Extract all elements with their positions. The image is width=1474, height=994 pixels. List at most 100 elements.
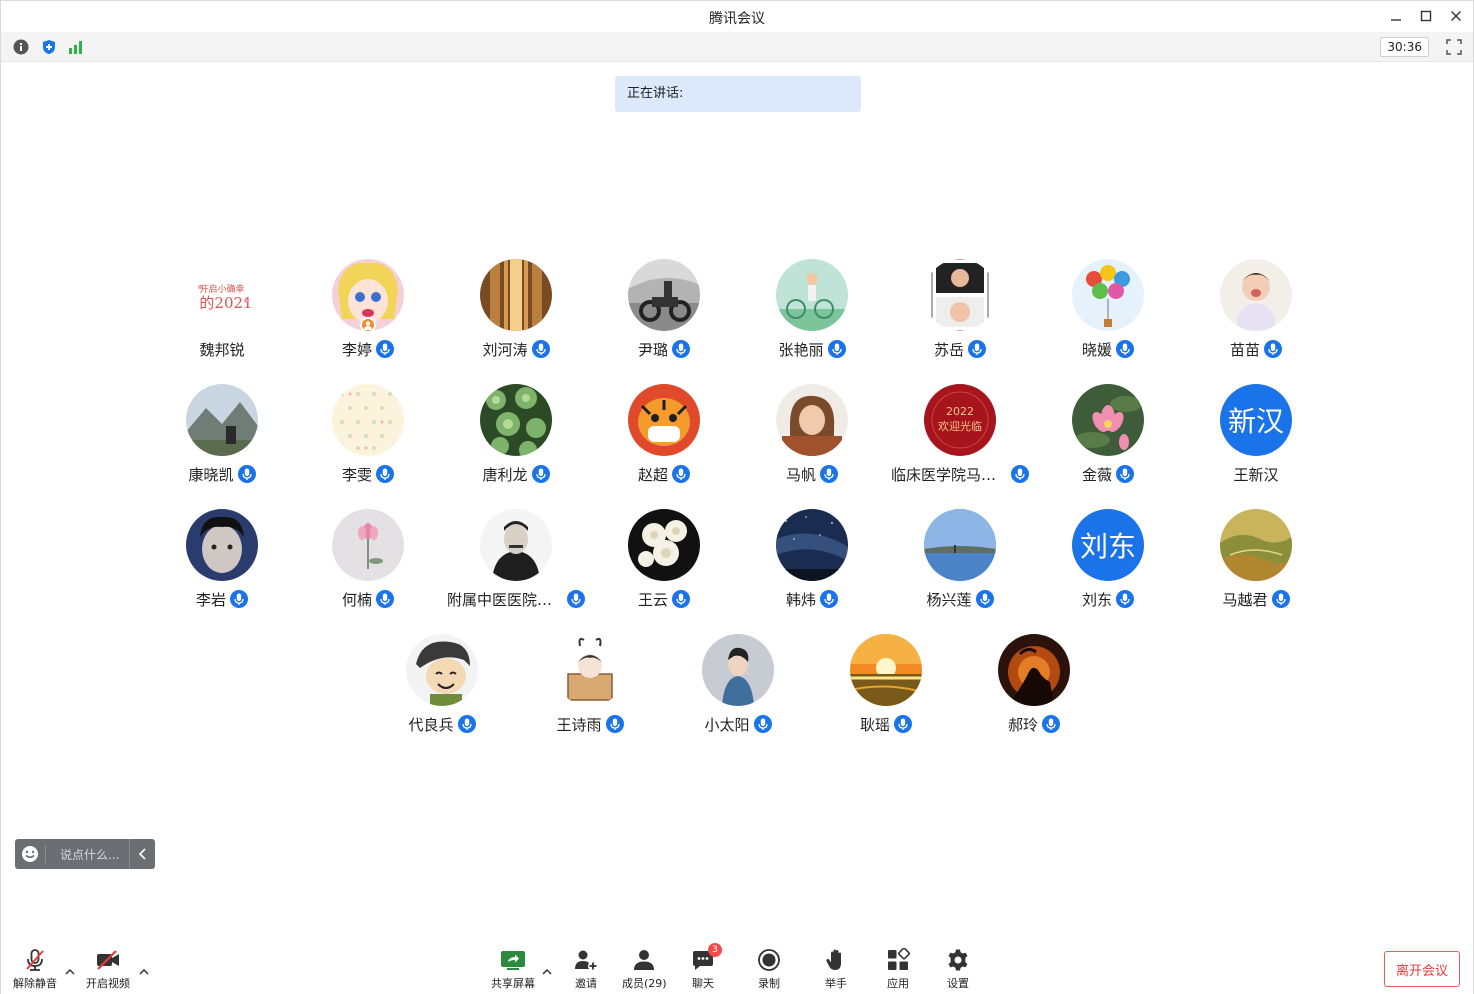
participant-tile[interactable]: 代良兵 — [368, 634, 516, 744]
participant-tile[interactable]: 马帆 — [738, 384, 886, 494]
participant-tile[interactable]: 何楠 — [294, 509, 442, 619]
participant-name: 临床医学院马宝立 — [891, 465, 1007, 484]
record-button[interactable]: 录制 — [756, 947, 782, 991]
user-icon — [364, 321, 372, 330]
participant-name-row: 马越君 — [1182, 589, 1330, 609]
network-status-button[interactable] — [67, 38, 85, 56]
participant-avatar: 刘东 — [1072, 509, 1144, 581]
participant-name: 苏岳 — [933, 340, 964, 359]
participant-name: 耿瑶 — [859, 715, 890, 734]
close-icon — [1451, 11, 1461, 21]
invite-label: 邀请 — [575, 977, 597, 990]
raise-hand-button[interactable]: 举手 — [823, 947, 849, 991]
leave-meeting-button[interactable]: 离开会议 — [1384, 951, 1460, 987]
participant-tile[interactable]: 新汉 王新汉 — [1182, 384, 1330, 494]
mic-icon — [376, 465, 394, 483]
chat-quick-input[interactable]: 说点什么... — [15, 839, 155, 869]
participant-name: 李岩 — [195, 590, 226, 609]
participant-tile[interactable]: 小太阳 — [664, 634, 812, 744]
participant-tile[interactable]: 郝玲 — [960, 634, 1108, 744]
record-label: 录制 — [758, 977, 780, 990]
audio-options-button[interactable] — [64, 963, 76, 975]
participant-name-row: 附属中医医院康... — [442, 589, 590, 609]
participant-tile[interactable]: 杨兴莲 — [886, 509, 1034, 619]
settings-button[interactable]: 设置 — [945, 947, 971, 991]
start-video-button[interactable]: 开启视频 — [86, 947, 130, 991]
participant-avatar: 2022 欢迎光临 — [924, 384, 996, 456]
participant-avatar — [776, 259, 848, 331]
participant-tile[interactable]: 苗苗 — [1182, 259, 1330, 369]
mic-icon — [968, 340, 986, 358]
mic-icon — [230, 590, 248, 608]
info-icon — [13, 39, 29, 55]
security-button[interactable] — [40, 38, 58, 56]
participant-tile[interactable]: 晓媛 — [1034, 259, 1182, 369]
participant-name: 张艳丽 — [778, 340, 824, 359]
participant-name: 杨兴莲 — [926, 590, 972, 609]
participant-name: 马帆 — [785, 465, 816, 484]
participant-tile[interactable]: 韩炜 — [738, 509, 886, 619]
invite-button[interactable]: 邀请 — [573, 947, 599, 991]
participant-tile[interactable]: 2022 欢迎光临临床医学院马宝立 — [886, 384, 1034, 494]
participant-tile[interactable]: 赵超 — [590, 384, 738, 494]
participant-avatar — [924, 509, 996, 581]
participant-tile[interactable]: 苏岳 — [886, 259, 1034, 369]
participant-name-row: 刘东 — [1034, 589, 1182, 609]
video-options-button[interactable] — [138, 963, 150, 975]
participant-tile[interactable]: 附属中医医院康... — [442, 509, 590, 619]
participant-tile[interactable]: 李岩 — [148, 509, 296, 619]
participant-name-row: 唐利龙 — [442, 464, 590, 484]
record-icon — [758, 948, 780, 971]
chat-placeholder[interactable]: 说点什么... — [46, 846, 129, 863]
participant-tile[interactable]: 王诗雨 — [516, 634, 664, 744]
participant-tile[interactable]: 金薇 — [1034, 384, 1182, 494]
share-screen-button[interactable]: 共享屏幕 — [491, 947, 535, 991]
participant-tile[interactable]: 康晓凯 — [148, 384, 296, 494]
raise-hand-label: 举手 — [825, 977, 847, 990]
emoji-button[interactable] — [15, 839, 45, 869]
participant-name: 李婷 — [341, 340, 372, 359]
apps-button[interactable]: 应用 — [885, 947, 911, 991]
fullscreen-button[interactable] — [1445, 38, 1463, 56]
gear-icon — [948, 949, 968, 970]
mic-icon — [672, 465, 690, 483]
participant-tile[interactable]: 耿瑶 — [812, 634, 960, 744]
meeting-timer: 30:36 — [1380, 37, 1429, 57]
mic-icon — [457, 715, 476, 733]
maximize-button[interactable] — [1413, 5, 1439, 27]
participant-avatar — [850, 634, 922, 706]
participant-tile[interactable]: 李婷 — [294, 259, 442, 369]
members-button[interactable]: 成员(29) — [622, 947, 667, 991]
svg-text:欢迎光临: 欢迎光临 — [938, 419, 982, 433]
mic-icon — [1271, 590, 1290, 608]
chat-collapse-button[interactable] — [129, 839, 155, 869]
participant-name: 尹璐 — [637, 340, 668, 359]
participant-tile[interactable]: 李雯 — [294, 384, 442, 494]
participant-tile[interactable]: 尹璐 — [590, 259, 738, 369]
bottom-control-bar: 解除静音 开启视频 共享屏幕 邀请 成员(29) 3 聊天 录制 举手 应用 设… — [1, 941, 1473, 994]
close-button[interactable] — [1443, 5, 1469, 27]
share-options-button[interactable] — [541, 963, 553, 975]
participant-name: 康晓凯 — [188, 465, 234, 484]
participant-tile[interactable]: 刘河涛 — [442, 259, 590, 369]
participant-name-row: 王新汉 — [1182, 464, 1330, 484]
participant-tile[interactable]: 刘东 刘东 — [1034, 509, 1182, 619]
meeting-toolbar: 30:36 — [1, 32, 1473, 62]
participant-tile[interactable]: 开启小确幸 的2021 魏邦锐 — [148, 259, 296, 369]
participant-avatar — [776, 509, 848, 581]
participant-tile[interactable]: 唐利龙 — [442, 384, 590, 494]
participant-avatar — [554, 634, 626, 706]
participant-name-row: 耿瑶 — [812, 714, 960, 734]
mic-icon — [567, 590, 585, 608]
participant-name: 王新汉 — [1233, 465, 1279, 484]
participant-name: 刘东 — [1081, 590, 1112, 609]
meeting-info-button[interactable] — [12, 38, 30, 56]
participant-tile[interactable]: 马越君 — [1182, 509, 1330, 619]
participant-tile[interactable]: 张艳丽 — [738, 259, 886, 369]
participant-tile[interactable]: 王云 — [590, 509, 738, 619]
minimize-button[interactable] — [1383, 5, 1409, 27]
participant-name: 何楠 — [341, 590, 372, 609]
unmute-button[interactable]: 解除静音 — [13, 947, 57, 991]
chat-button[interactable]: 3 聊天 — [690, 943, 722, 991]
mic-icon — [753, 715, 772, 733]
